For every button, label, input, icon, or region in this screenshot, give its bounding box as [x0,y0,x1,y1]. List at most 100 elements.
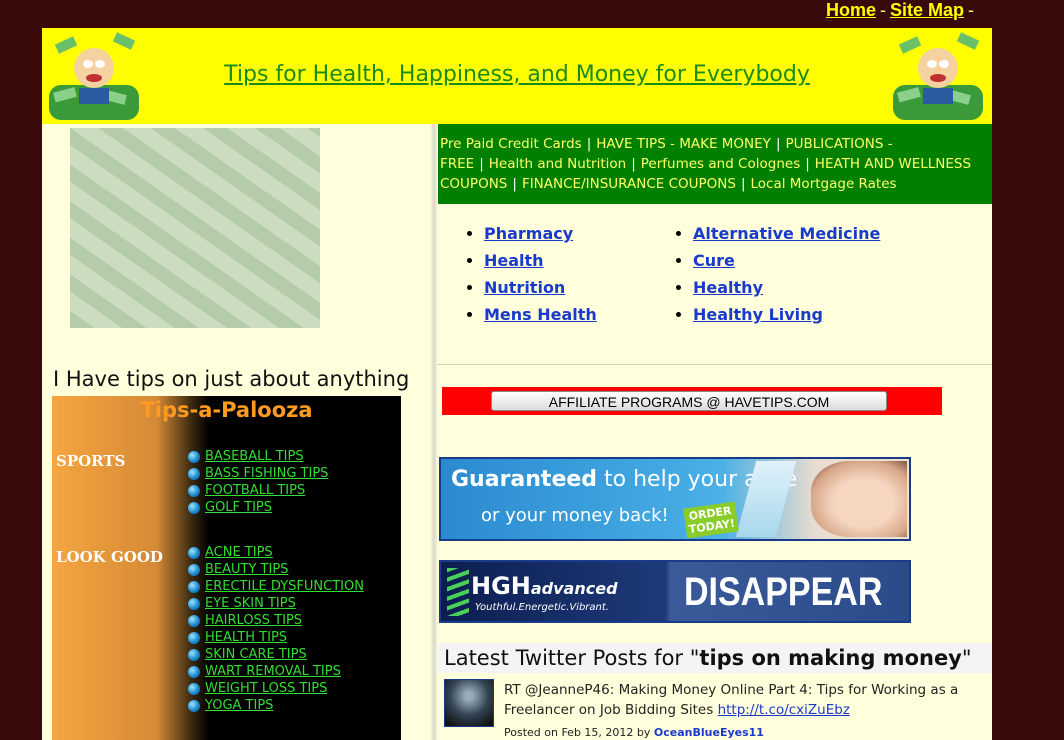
globe-bullet-icon [188,501,200,514]
acne-ad-banner[interactable]: Guaranteed to help your acne or your mon… [439,457,911,541]
site-title-link[interactable]: Tips for Health, Happiness, and Money fo… [42,62,992,87]
tweet-avatar[interactable] [444,679,494,727]
look-good-tips-list: ACNE TIPS BEAUTY TIPS ERECTILE DYSFUNCTI… [188,544,364,714]
nav-link-mortgage-rates[interactable]: Local Mortgage Rates [751,176,897,192]
top-nav: Home - Site Map - [826,0,978,24]
link-separator: | [479,156,484,172]
link-separator: | [586,136,592,152]
tip-link[interactable]: HAIRLOSS TIPS [205,613,302,628]
horizontal-rule [438,364,992,365]
tip-link[interactable]: ERECTILE DYSFUNCTION [205,579,364,594]
tips-box-title: Tips-a-Palooza [140,398,313,422]
globe-bullet-icon [188,484,200,497]
list-item: WART REMOVAL TIPS [188,663,364,680]
list-item: ERECTILE DYSFUNCTION [188,578,364,595]
tip-link[interactable]: FOOTBALL TIPS [205,483,305,498]
list-item: EYE SKIN TIPS [188,595,364,612]
home-link[interactable]: Home [826,0,876,20]
tip-link[interactable]: WEIGHT LOSS TIPS [205,681,327,696]
link-separator: | [512,176,517,192]
link-healthy-living[interactable]: Healthy Living [693,305,823,324]
nav-link-perfumes[interactable]: Perfumes and Colognes [641,156,800,172]
tip-link[interactable]: BEAUTY TIPS [205,562,288,577]
nav-link-finance-coupons[interactable]: FINANCE/INSURANCE COUPONS [522,176,736,192]
list-item: GOLF TIPS [188,499,328,516]
list-item: BASEBALL TIPS [188,448,328,465]
tweet-link[interactable]: http://t.co/cxiZuEbz [718,702,850,718]
hgh-ad-banner[interactable]: HGHadvanced Youthful.Energetic.Vibrant. … [439,560,911,623]
tip-link[interactable]: BASEBALL TIPS [205,449,304,464]
hgh-brand: HGHadvanced [471,572,618,600]
tip-link[interactable]: BASS FISHING TIPS [205,466,328,481]
globe-bullet-icon [188,614,200,627]
health-links-col1: Pharmacy Health Nutrition Mens Health [468,224,668,332]
link-separator: | [740,176,746,192]
globe-bullet-icon [188,546,200,559]
nav-separator: - [968,0,975,20]
list-item: WEIGHT LOSS TIPS [188,680,364,697]
tweet-author-link[interactable]: OceanBlueEyes11 [654,726,764,739]
disappear-text: DISAPPEAR [684,570,883,614]
list-item: Health [484,251,668,278]
nav-link-have-tips[interactable]: HAVE TIPS - MAKE MONEY [596,136,771,152]
tip-link[interactable]: HEALTH TIPS [205,630,287,645]
globe-bullet-icon [188,631,200,644]
link-healthy[interactable]: Healthy [693,278,763,297]
category-label-sports: SPORTS [56,452,126,470]
globe-bullet-icon [188,467,200,480]
link-mens-health[interactable]: Mens Health [484,305,597,324]
affiliate-bar: AFFILIATE PROGRAMS @ HAVETIPS.COM [442,387,942,415]
tip-link[interactable]: GOLF TIPS [205,500,272,515]
sitemap-link[interactable]: Site Map [890,0,964,20]
list-item: YOGA TIPS [188,697,364,714]
globe-bullet-icon [188,563,200,576]
tweet-text: RT @JeanneP46: Making Money Online Part … [504,682,959,718]
right-column: Pre Paid Credit Cards | HAVE TIPS - MAKE M… [438,124,992,740]
money-background-image [70,128,320,328]
link-pharmacy[interactable]: Pharmacy [484,224,573,243]
nav-link-prepaid-cards[interactable]: Pre Paid Credit Cards [440,136,582,152]
list-item: Mens Health [484,305,668,332]
tips-a-palooza-box: Tips-a-Palooza SPORTS BASEBALL TIPS BASS… [52,396,401,740]
globe-bullet-icon [188,699,200,712]
link-cure[interactable]: Cure [693,251,735,270]
green-nav-bar: Pre Paid Credit Cards | HAVE TIPS - MAKE M… [438,124,992,204]
list-item: BASS FISHING TIPS [188,465,328,482]
link-nutrition[interactable]: Nutrition [484,278,565,297]
dna-helix-icon [447,568,469,616]
ad-subline: or your money back! [481,505,669,526]
globe-bullet-icon [188,665,200,678]
category-label-look-good: LOOK GOOD [56,548,163,566]
sports-tips-list: BASEBALL TIPS BASS FISHING TIPS FOOTBALL… [188,448,328,516]
list-item: SKIN CARE TIPS [188,646,364,663]
nav-link-health-nutrition[interactable]: Health and Nutrition [489,156,626,172]
tagline: I Have tips on just about anything [53,367,410,391]
link-separator: | [805,156,810,172]
tweet-meta: Posted on Feb 15, 2012 by OceanBlueEyes1… [504,726,764,739]
list-item: Healthy Living [693,305,937,332]
tip-link[interactable]: SKIN CARE TIPS [205,647,307,662]
left-column: I Have tips on just about anything Tips-… [42,124,430,740]
site-header: Tips for Health, Happiness, and Money fo… [42,28,992,124]
health-links-col2: Alternative Medicine Cure Healthy Health… [677,224,937,332]
money-mascot-icon [893,32,983,120]
tip-link[interactable]: EYE SKIN TIPS [205,596,296,611]
link-separator: | [775,136,781,152]
list-item: Pharmacy [484,224,668,251]
woman-face-image [811,461,907,537]
tip-link[interactable]: WART REMOVAL TIPS [205,664,341,679]
list-item: ACNE TIPS [188,544,364,561]
list-item: HEALTH TIPS [188,629,364,646]
globe-bullet-icon [188,648,200,661]
link-separator: | [631,156,636,172]
list-item: Nutrition [484,278,668,305]
list-item: FOOTBALL TIPS [188,482,328,499]
tip-link[interactable]: YOGA TIPS [205,698,273,713]
link-health[interactable]: Health [484,251,544,270]
link-alternative-medicine[interactable]: Alternative Medicine [693,224,880,243]
order-today-badge: ORDER TODAY! [683,501,739,539]
list-item: Cure [693,251,937,278]
affiliate-programs-button[interactable]: AFFILIATE PROGRAMS @ HAVETIPS.COM [491,391,887,411]
globe-bullet-icon [188,682,200,695]
tip-link[interactable]: ACNE TIPS [205,545,273,560]
